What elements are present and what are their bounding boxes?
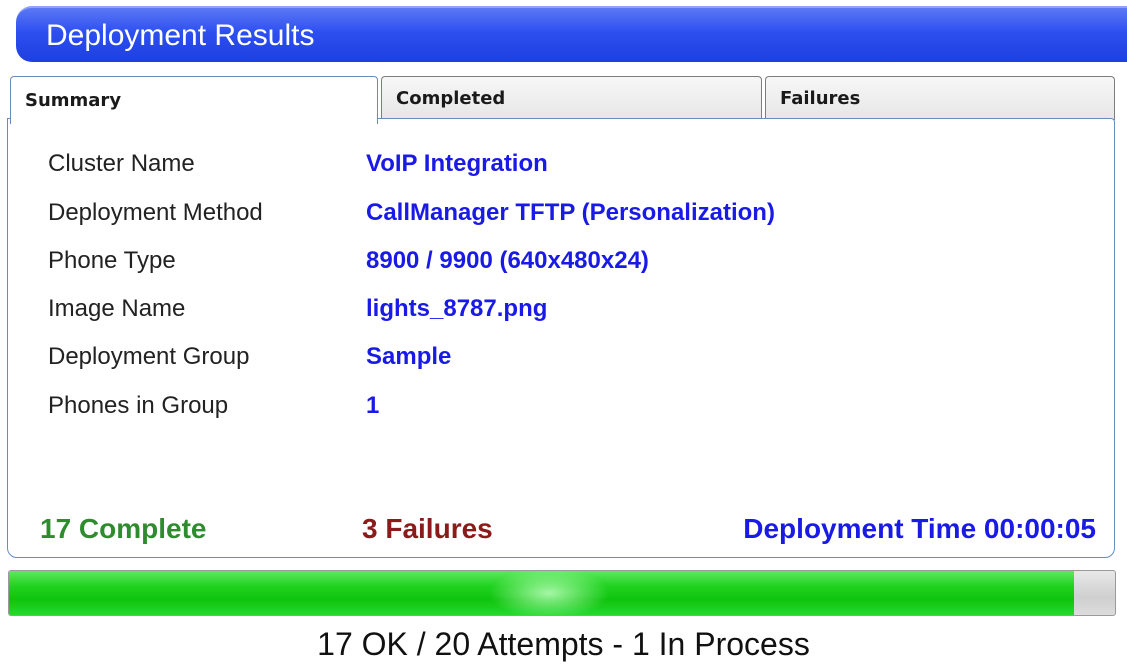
deployment-progress-bar xyxy=(8,570,1116,616)
deployment-method-label: Deployment Method xyxy=(48,199,263,226)
image-name-label: Image Name xyxy=(48,295,186,322)
tab-summary-label: Summary xyxy=(25,90,122,111)
phone-type-value: 8900 / 9900 (640x480x24) xyxy=(366,247,649,274)
tab-failures-label: Failures xyxy=(780,88,861,109)
deployment-group-label: Deployment Group xyxy=(48,343,250,370)
tab-failures[interactable]: Failures xyxy=(765,76,1115,120)
phones-in-group-value: 1 xyxy=(366,392,380,419)
cluster-name-label: Cluster Name xyxy=(48,150,195,177)
cluster-name-value: VoIP Integration xyxy=(366,150,548,177)
complete-count: 17 Complete xyxy=(40,513,207,544)
image-name-value: lights_8787.png xyxy=(366,295,548,322)
tab-completed-label: Completed xyxy=(396,88,506,109)
deployment-time: Deployment Time 00:00:05 xyxy=(743,513,1096,544)
phone-type-label: Phone Type xyxy=(48,247,176,274)
title-bar: Deployment Results xyxy=(16,6,1127,62)
window-title: Deployment Results xyxy=(46,19,315,52)
phones-in-group-label: Phones in Group xyxy=(48,392,229,419)
deployment-group-value: Sample xyxy=(366,343,452,370)
summary-panel: Cluster Name VoIP Integration Deployment… xyxy=(7,118,1115,558)
tab-completed[interactable]: Completed xyxy=(381,76,762,120)
failures-count: 3 Failures xyxy=(362,513,493,544)
progress-caption: 17 OK / 20 Attempts - 1 In Process xyxy=(317,626,810,662)
deployment-method-value: CallManager TFTP (Personalization) xyxy=(366,199,775,226)
progress-fill xyxy=(9,571,1075,615)
tab-summary[interactable]: Summary xyxy=(10,76,378,124)
